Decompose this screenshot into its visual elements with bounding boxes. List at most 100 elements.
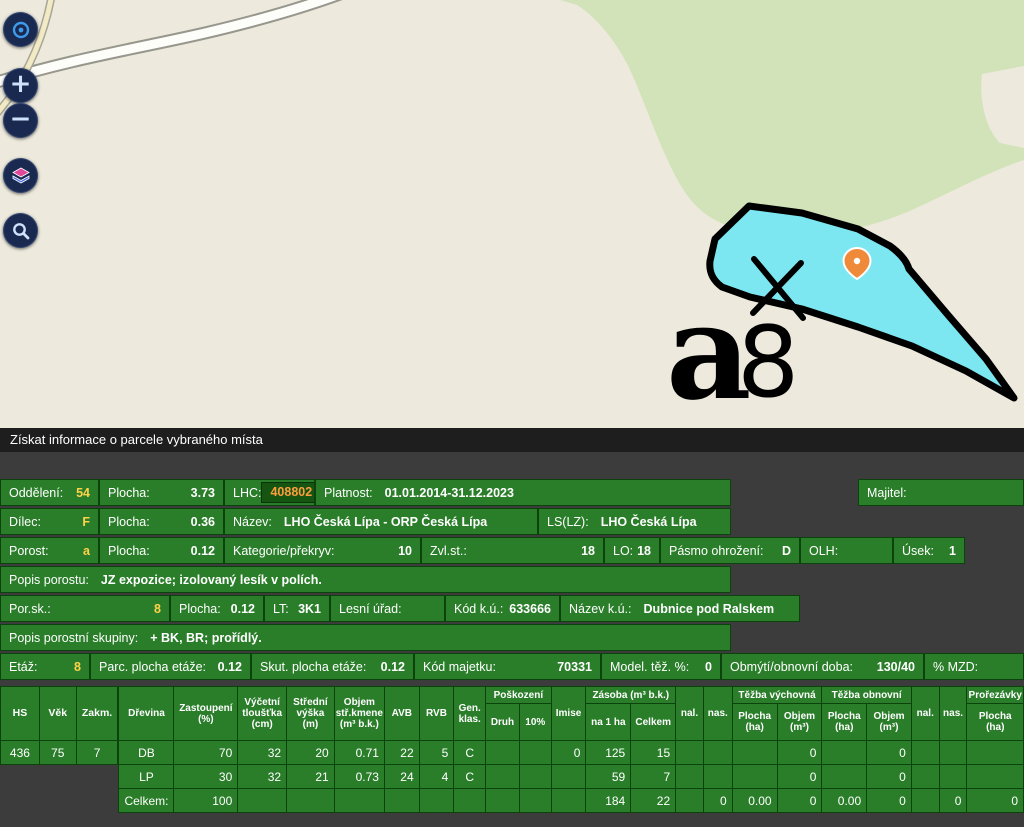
age-table: HSVěkZakm.436757: [0, 686, 118, 765]
field-kategorie-prekryv: Kategorie/překryv:10: [224, 537, 421, 564]
table-cell: C: [454, 765, 486, 789]
field-zvl-st: Zvl.st.:18: [421, 537, 604, 564]
search-button[interactable]: [3, 213, 38, 248]
field-skut-plocha-etaze-label: Skut. plocha etáže:: [260, 660, 366, 674]
column-header: nal.: [911, 687, 939, 741]
map-canvas: a 8: [0, 0, 1024, 428]
field-mzd: % MZD:: [924, 653, 1024, 680]
column-header: Dřevina: [119, 687, 174, 741]
field-model-tez-label: Model. těž. %:: [610, 660, 689, 674]
field-ls-lz: LS(LZ):LHO Česká Lípa: [538, 508, 731, 535]
table-cell: 0: [777, 765, 822, 789]
field-parc-plocha-etaze-value: 0.12: [218, 660, 242, 674]
field-porost: Porost: a: [0, 537, 99, 564]
table-cell: [519, 765, 551, 789]
table-cell: 4: [419, 765, 454, 789]
info-row: Oddělení:54Plocha:3.73LHC:408802Platnost…: [0, 479, 1024, 506]
table-cell: 0: [777, 789, 822, 813]
field-plocha-oddeleni-label: Plocha:: [108, 486, 150, 500]
field-porost-value: a: [83, 544, 90, 558]
separator-band: [0, 452, 1024, 477]
column-group-z-soba-m-b-k: Zásoba (m³ b.k.): [586, 687, 676, 704]
column-header: AVB: [384, 687, 419, 741]
column-header: HS: [1, 687, 40, 741]
table-cell: [676, 765, 704, 789]
table-cell: [551, 765, 586, 789]
info-row: Por.sk.:8Plocha:0.12LT:3K1 Lesní úřad: Kód…: [0, 595, 1024, 622]
field-oddeleni: Oddělení:54: [0, 479, 99, 506]
column-group-t-ba-obnovn: Těžba obnovní: [822, 687, 911, 704]
column-header: Střední výška (m): [287, 687, 335, 741]
field-pasmo-ohrozeni-value: D: [782, 544, 791, 558]
field-platnost: Platnost:01.01.2014-31.12.2023: [315, 479, 731, 506]
field-majitel: Majitel:: [858, 479, 1024, 506]
table-cell: [967, 741, 1024, 765]
field-usek: Úsek:1: [893, 537, 965, 564]
field-lesni-urad-label: Lesní úřad:: [339, 602, 402, 616]
field-platnost-label: Platnost:: [324, 486, 373, 500]
table-cell: [519, 741, 551, 765]
table-row: LP3032210.73244C59700: [119, 765, 1024, 789]
field-porost-label: Porost:: [9, 544, 49, 558]
toolbar-text: Získat informace o parcele vybraného mís…: [10, 432, 263, 447]
field-plocha-por-sk: Plocha:0.12: [170, 595, 264, 622]
table-cell: 22: [631, 789, 676, 813]
column-header: Gen. klas.: [454, 687, 486, 741]
field-plocha-oddeleni: Plocha: 3.73: [99, 479, 224, 506]
locate-button[interactable]: [3, 12, 38, 47]
column-header: nas.: [703, 687, 732, 741]
table-cell: [454, 789, 486, 813]
table-cell: 21: [287, 765, 335, 789]
table-cell: 70: [174, 741, 238, 765]
layers-button[interactable]: [3, 158, 38, 193]
table-cell: 59: [586, 765, 631, 789]
field-lo: LO: 18: [604, 537, 660, 564]
field-zvl-st-label: Zvl.st.:: [430, 544, 467, 558]
table-cell: 100: [174, 789, 238, 813]
field-por-sk: Por.sk.:8: [0, 595, 170, 622]
field-oddeleni-label: Oddělení:: [9, 486, 63, 500]
zoom-out-button[interactable]: −: [3, 103, 38, 138]
field-kod-ku: Kód k.ú.:633666: [445, 595, 560, 622]
field-plocha-oddeleni-value: 3.73: [191, 486, 215, 500]
table-cell: 436: [1, 741, 40, 765]
field-lhc: LHC:408802: [224, 479, 315, 506]
table-cell: 0.71: [334, 741, 384, 765]
table-cell: [703, 741, 732, 765]
table-cell: 22: [384, 741, 419, 765]
table-cell: 0: [551, 741, 586, 765]
column-header: Objem stř.kmene (m³ b.k.): [334, 687, 384, 741]
field-lo-value: 18: [637, 544, 651, 558]
map[interactable]: a 8 + −: [0, 0, 1024, 428]
zoom-in-button[interactable]: +: [3, 68, 38, 103]
field-etaz-label: Etáž:: [9, 660, 38, 674]
field-lo-label: LO:: [613, 544, 633, 558]
table-cell: 0: [777, 741, 822, 765]
field-dilec: Dílec:F: [0, 508, 99, 535]
field-etaz: Etáž:8: [0, 653, 90, 680]
field-popis-porostni-skupiny-value: + BK, BR; prořídlý.: [150, 631, 261, 645]
species-table: DřevinaZastoupení (%)Výčetní tloušťka (c…: [118, 686, 1024, 813]
field-pasmo-ohrozeni-label: Pásmo ohrožení:: [669, 544, 764, 558]
plus-icon: +: [10, 69, 32, 99]
stand-table: HSVěkZakm.436757DřevinaZastoupení (%)Výč…: [0, 686, 1024, 813]
field-lt-label: LT:: [273, 602, 289, 616]
table-cell: [939, 765, 967, 789]
field-obmyti-obnovni-doba-value: 130/40: [877, 660, 915, 674]
field-nazev: Název:LHO Česká Lípa - ORP Česká Lípa: [224, 508, 538, 535]
crosshair-icon: [10, 19, 32, 41]
table-cell: 75: [39, 741, 76, 765]
field-kod-majetku-label: Kód majetku:: [423, 660, 496, 674]
table-cell: 0: [939, 789, 967, 813]
field-dilec-label: Dílec:: [9, 515, 41, 529]
table-cell: 32: [238, 765, 287, 789]
field-kod-majetku: Kód majetku:70331: [414, 653, 601, 680]
field-lt: LT:3K1: [264, 595, 330, 622]
info-row: Porost:aPlocha:0.12Kategorie/překryv:10Z…: [0, 537, 1024, 564]
field-mzd-label: % MZD:: [933, 660, 978, 674]
field-majitel-label: Majitel:: [867, 486, 907, 500]
field-kod-ku-value: 633666: [509, 602, 551, 616]
field-lhc-label: LHC:: [233, 486, 261, 500]
table-cell: [419, 789, 454, 813]
table-cell: [676, 741, 704, 765]
